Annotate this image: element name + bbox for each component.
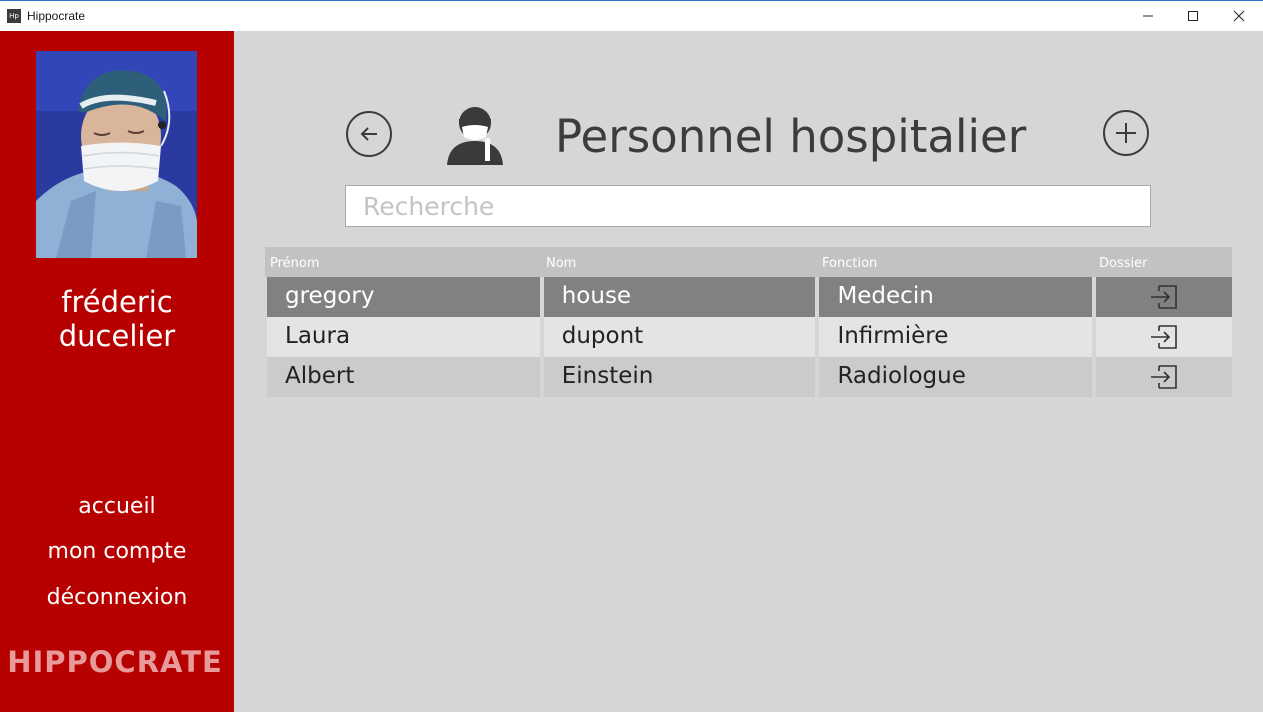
close-button[interactable] [1216, 1, 1262, 31]
search-input[interactable] [345, 185, 1151, 227]
open-dossier-button[interactable] [1096, 357, 1232, 397]
doctor-icon [445, 101, 505, 165]
cell-nom: Einstein [543, 357, 816, 397]
window-title: Hippocrate [27, 9, 86, 23]
app-icon: Hp [7, 9, 21, 23]
cell-prenom: Laura [267, 317, 540, 357]
sidebar: fréderic ducelier accueil mon compte déc… [0, 31, 234, 712]
cell-nom: house [543, 277, 816, 317]
maximize-button[interactable] [1170, 1, 1216, 31]
table-row[interactable]: Albert Einstein Radiologue [265, 357, 1232, 397]
cell-fonction: Infirmière [819, 317, 1093, 357]
column-header-dossier[interactable]: Dossier [1094, 247, 1232, 277]
cell-prenom: Albert [267, 357, 540, 397]
page-title: Personnel hospitalier [555, 110, 1027, 163]
maximize-icon [1188, 11, 1198, 21]
table-row[interactable]: gregory house Medecin [265, 277, 1232, 317]
open-dossier-button[interactable] [1096, 277, 1232, 317]
close-icon [1233, 10, 1245, 22]
avatar [36, 51, 197, 258]
column-header-prenom[interactable]: Prénom [265, 247, 541, 277]
cell-prenom: gregory [267, 277, 540, 317]
minimize-icon [1143, 15, 1153, 17]
minimize-button[interactable] [1125, 1, 1171, 31]
cell-fonction: Radiologue [819, 357, 1093, 397]
nav-accueil[interactable]: accueil [0, 494, 234, 519]
column-header-nom[interactable]: Nom [541, 247, 817, 277]
table-header: Prénom Nom Fonction Dossier [265, 247, 1232, 277]
brand-logo: HIPPOCRATE [7, 645, 223, 679]
nav-deconnexion[interactable]: déconnexion [0, 585, 234, 610]
title-bar: Hp Hippocrate [0, 0, 1263, 31]
plus-icon [1116, 123, 1136, 143]
username: fréderic ducelier [58, 285, 176, 353]
open-dossier-button[interactable] [1096, 317, 1232, 357]
surgeon-avatar-image [36, 51, 197, 258]
back-button[interactable] [346, 111, 392, 157]
sign-in-icon [1151, 285, 1177, 309]
main-content: Personnel hospitalier Prénom Nom Fonctio… [234, 31, 1263, 712]
sign-in-icon [1151, 325, 1177, 349]
add-button[interactable] [1103, 110, 1149, 156]
arrow-left-icon [360, 127, 377, 141]
staff-table: Prénom Nom Fonction Dossier gregory hous… [265, 247, 1232, 397]
sign-in-icon [1151, 365, 1177, 389]
cell-fonction: Medecin [819, 277, 1093, 317]
nav-mon-compte[interactable]: mon compte [0, 539, 234, 564]
cell-nom: dupont [543, 317, 816, 357]
table-row[interactable]: Laura dupont Infirmière [265, 317, 1232, 357]
column-header-fonction[interactable]: Fonction [817, 247, 1094, 277]
